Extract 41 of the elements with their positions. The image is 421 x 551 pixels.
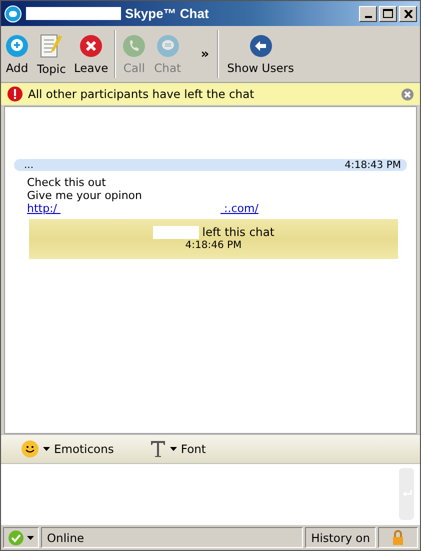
window-title: Skype™ Chat — [125, 6, 209, 21]
event-time: 4:18:46 PM — [185, 239, 242, 252]
sender-name: ... — [24, 160, 34, 170]
maximize-button[interactable] — [379, 6, 397, 22]
caret-icon — [27, 536, 34, 540]
close-button[interactable] — [399, 6, 417, 22]
alert-message: All other participants have left the chat — [28, 87, 256, 101]
caret-icon — [43, 447, 50, 451]
status-text: Online — [47, 530, 84, 544]
emoticons-button[interactable]: Emoticons — [21, 440, 114, 458]
letter-icon — [150, 440, 166, 458]
status-button[interactable] — [3, 527, 39, 548]
message-time: 4:18:43 PM — [344, 160, 401, 170]
font-button[interactable]: Font — [150, 440, 206, 458]
add-icon — [5, 34, 29, 58]
minimize-button[interactable] — [359, 6, 377, 22]
close-icon — [79, 34, 104, 58]
redaction-block — [152, 226, 199, 240]
notepad-icon — [39, 32, 64, 58]
overflow-button[interactable]: » — [194, 26, 216, 82]
smiley-icon — [21, 440, 39, 458]
event-text: left this chat — [202, 224, 274, 239]
message-text: Check this out — [27, 176, 107, 189]
message-text: Give me your opinon — [27, 189, 144, 202]
caret-icon — [170, 447, 177, 451]
lock-icon — [392, 530, 404, 546]
online-status-icon — [8, 530, 24, 546]
chat-bubble-icon — [4, 4, 22, 22]
toolbar-button[interactable]: Leave — [70, 26, 112, 82]
close-icon — [404, 10, 412, 18]
phone-icon — [122, 34, 146, 58]
chat-icon — [156, 34, 180, 58]
history-status: History on — [311, 530, 370, 544]
maximize-icon — [383, 9, 393, 18]
message-link[interactable]: http:/ :.com/ — [27, 202, 258, 215]
show-users-button[interactable]: Show Users — [221, 26, 300, 82]
close-icon[interactable] — [401, 88, 414, 100]
minimize-icon — [364, 16, 372, 18]
error-icon — [7, 86, 23, 102]
toolbar-button[interactable]: Topic — [33, 26, 70, 82]
toolbar-button[interactable]: Add — [1, 26, 33, 82]
